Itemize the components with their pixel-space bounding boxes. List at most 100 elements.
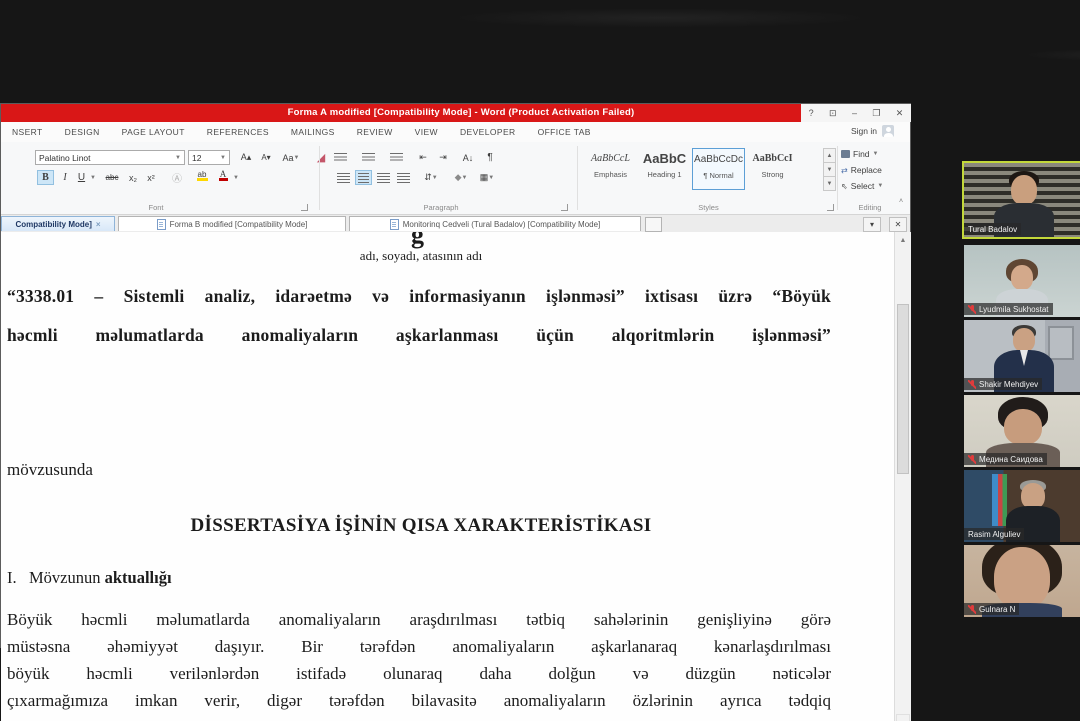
participant-nameplate: Tural Badalov bbox=[964, 223, 1021, 235]
shrink-font-button[interactable]: A▾ bbox=[257, 150, 275, 165]
body-line: çıxarmağımıza imkan verir, digər tərəfdə… bbox=[7, 691, 831, 711]
styles-scroll-up-icon[interactable]: ▲ bbox=[823, 148, 836, 163]
strikethrough-button[interactable]: abc bbox=[101, 170, 123, 185]
document-heading: DİSSERTASİYA İŞİNİN QISA XARAKTERİSTİKAS… bbox=[1, 515, 841, 537]
bullets-button[interactable] bbox=[333, 150, 347, 165]
increase-indent-icon[interactable]: ⇥ bbox=[435, 150, 451, 165]
window-controls: ? ⊡ – ❐ ✕ bbox=[801, 104, 911, 122]
underline-button[interactable]: U bbox=[74, 170, 89, 185]
numbering-button[interactable] bbox=[361, 150, 375, 165]
font-dialog-launcher-icon[interactable] bbox=[301, 204, 308, 211]
select-icon: ⇖ bbox=[841, 182, 848, 191]
help-icon[interactable]: ? bbox=[809, 108, 814, 118]
doc-tab-forma-a[interactable]: Compatibility Mode] × bbox=[1, 216, 115, 231]
shading-button[interactable]: ◆▼ bbox=[451, 170, 471, 185]
align-center-button[interactable] bbox=[355, 170, 372, 185]
select-button[interactable]: ⇖ Select ▼ bbox=[841, 181, 883, 191]
font-size-combo[interactable]: 12▼ bbox=[188, 150, 230, 165]
participant-nameplate: Медина Саидова bbox=[964, 453, 1047, 465]
video-tile[interactable]: Lyudmila Sukhostat bbox=[964, 245, 1080, 317]
highlight-swatch bbox=[197, 178, 208, 181]
decrease-indent-icon[interactable]: ⇤ bbox=[415, 150, 431, 165]
participant-nameplate: Gulnara N bbox=[964, 603, 1019, 615]
tab-insert[interactable]: NSERT bbox=[1, 127, 54, 137]
video-tile[interactable]: Shakir Mehdiyev bbox=[964, 320, 1080, 392]
tab-design[interactable]: DESIGN bbox=[54, 127, 111, 137]
clear-formatting-icon[interactable]: ◢ bbox=[313, 150, 329, 165]
underline-dropdown-icon[interactable]: ▼ bbox=[89, 170, 97, 185]
font-name-combo[interactable]: Palatino Linot▼ bbox=[35, 150, 185, 165]
find-button[interactable]: Find ▼ bbox=[841, 149, 879, 159]
doc-tab-monitoring[interactable]: Monitorinq Cedveli (Tural Badalov) [Comp… bbox=[349, 216, 641, 231]
scroll-up-icon[interactable]: ▲ bbox=[896, 234, 910, 248]
participant-nameplate: Lyudmila Sukhostat bbox=[964, 303, 1053, 315]
text-effects-icon[interactable]: Ⓐ bbox=[169, 170, 185, 185]
participant-nameplate: Shakir Mehdiyev bbox=[964, 378, 1042, 390]
tab-developer[interactable]: DEVELOPER bbox=[449, 127, 527, 137]
grow-font-button[interactable]: A▴ bbox=[237, 150, 255, 165]
subscript-button[interactable]: x₂ bbox=[125, 170, 141, 185]
superscript-button[interactable]: x² bbox=[143, 170, 159, 185]
sort-button[interactable]: A↓ bbox=[459, 150, 477, 165]
document-page[interactable]: g adı, soyadı, atasının adı “3338.01 – S… bbox=[1, 232, 894, 721]
topic-line: “3338.01 – Sistemli analiz, idarəetmə və… bbox=[7, 286, 831, 307]
tab-close-icon[interactable]: ✕ bbox=[889, 217, 907, 232]
chevron-down-icon: ▼ bbox=[294, 155, 300, 161]
restore-icon[interactable]: ❐ bbox=[872, 108, 880, 119]
video-tile[interactable]: Gulnara N bbox=[964, 545, 1080, 617]
body-line: Böyük həcmli məlumatlarda anomaliyaların… bbox=[7, 610, 831, 630]
close-icon[interactable]: ✕ bbox=[896, 108, 904, 119]
ribbon-tab-row: NSERT DESIGN PAGE LAYOUT REFERENCES MAIL… bbox=[1, 122, 910, 142]
doc-tab-forma-b[interactable]: Forma B modified [Compatibility Mode] bbox=[118, 216, 346, 231]
video-tile[interactable]: Медина Саидова bbox=[964, 395, 1080, 467]
replace-icon: ⇄ bbox=[841, 166, 848, 175]
video-tile[interactable]: Rasim Alguliev bbox=[964, 470, 1080, 542]
close-icon[interactable]: × bbox=[96, 220, 101, 229]
sign-in[interactable]: Sign in bbox=[851, 125, 894, 137]
style-heading1[interactable]: AaBbC Heading 1 bbox=[638, 148, 691, 190]
minimize-icon[interactable]: – bbox=[852, 108, 857, 118]
change-case-button[interactable]: Aa▼ bbox=[279, 150, 303, 165]
styles-dialog-launcher-icon[interactable] bbox=[827, 204, 834, 211]
style-normal[interactable]: AaBbCcDc ¶ Normal bbox=[692, 148, 745, 190]
tab-mailings[interactable]: MAILINGS bbox=[280, 127, 346, 137]
styles-more-icon[interactable]: ▼ bbox=[823, 176, 836, 191]
new-tab-button[interactable] bbox=[645, 217, 662, 232]
ribbon-display-options-icon[interactable]: ⊡ bbox=[829, 108, 837, 119]
line-spacing-button[interactable]: ⇵▼ bbox=[421, 170, 441, 185]
scrollbar-thumb[interactable] bbox=[897, 304, 909, 474]
tab-references[interactable]: REFERENCES bbox=[196, 127, 280, 137]
borders-button[interactable]: ▦▼ bbox=[477, 170, 497, 185]
highlight-color-button[interactable]: ab bbox=[193, 168, 211, 183]
tab-view[interactable]: VIEW bbox=[404, 127, 449, 137]
video-tile[interactable]: Tural Badalov bbox=[962, 161, 1080, 239]
show-marks-button[interactable]: ¶ bbox=[483, 150, 497, 165]
italic-button[interactable]: I bbox=[58, 170, 72, 185]
tab-office-tab[interactable]: OFFICE TAB bbox=[527, 127, 602, 137]
participant-nameplate: Rasim Alguliev bbox=[964, 528, 1024, 540]
tab-review[interactable]: REVIEW bbox=[346, 127, 404, 137]
bold-button[interactable]: B bbox=[37, 170, 54, 185]
screen: Forma A modified [Compatibility Mode] - … bbox=[0, 0, 1080, 721]
scrollbar-bottom-box[interactable] bbox=[896, 714, 910, 721]
collapse-ribbon-icon[interactable]: ˄ bbox=[895, 194, 907, 209]
paragraph-dialog-launcher-icon[interactable] bbox=[561, 204, 568, 211]
align-left-button[interactable] bbox=[335, 170, 352, 185]
font-color-button[interactable]: A bbox=[215, 168, 231, 183]
word-window: Forma A modified [Compatibility Mode] - … bbox=[0, 103, 911, 648]
styles-scroll-down-icon[interactable]: ▼ bbox=[823, 162, 836, 177]
justify-button[interactable] bbox=[395, 170, 412, 185]
style-emphasis[interactable]: AaBbCcL Emphasis bbox=[584, 148, 637, 190]
tab-menu-icon[interactable]: ▾ bbox=[863, 217, 881, 232]
group-divider bbox=[319, 146, 320, 210]
sign-in-label: Sign in bbox=[851, 126, 877, 136]
multilevel-list-button[interactable] bbox=[389, 150, 403, 165]
document-tab-bar: Compatibility Mode] × Forma B modified [… bbox=[1, 215, 910, 233]
body-line: böyük həcmli verilənlərdən istifadə olun… bbox=[7, 664, 831, 684]
vertical-scrollbar[interactable]: ▲ bbox=[894, 232, 911, 721]
tab-page-layout[interactable]: PAGE LAYOUT bbox=[111, 127, 196, 137]
font-color-dropdown-icon[interactable]: ▼ bbox=[232, 170, 240, 185]
align-right-button[interactable] bbox=[375, 170, 392, 185]
replace-button[interactable]: ⇄ Replace bbox=[841, 165, 882, 175]
style-strong[interactable]: AaBbCcI Strong bbox=[746, 148, 799, 190]
